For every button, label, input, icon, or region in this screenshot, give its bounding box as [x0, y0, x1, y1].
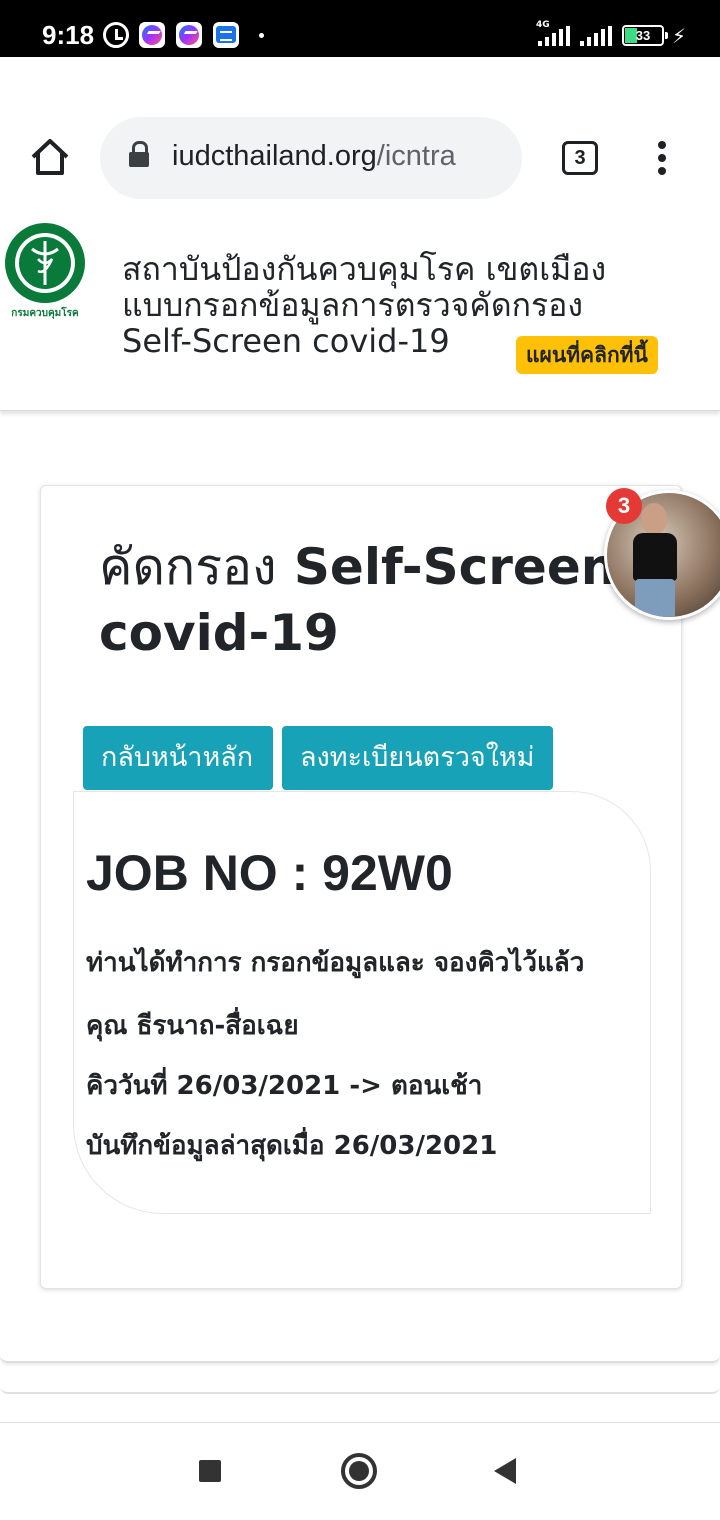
status-bar: 9:18 4G 33 ⚡ — [0, 0, 720, 57]
map-link-badge[interactable]: แผนที่คลิกที่นี้ — [516, 336, 658, 374]
back-home-button[interactable]: กลับหน้าหลัก — [83, 726, 273, 790]
more-menu-icon[interactable] — [656, 141, 668, 177]
signal-icon — [580, 26, 614, 46]
card-title-thai: คัดกรอง — [99, 538, 277, 596]
address-bar[interactable]: iudcthailand.org/icntra — [100, 117, 522, 199]
message-icon — [213, 22, 239, 48]
url-path: /icntra — [376, 140, 456, 172]
lock-icon — [129, 141, 149, 169]
battery-level: 33 — [635, 28, 651, 43]
messenger-icon — [139, 22, 165, 48]
alarm-icon — [103, 22, 129, 48]
patient-name: คุณ ธีรนาถ-สื่อเฉย — [86, 1011, 299, 1041]
site-title-line2: แบบกรอกข้อมูลการตรวจคัดกรอง — [122, 286, 584, 324]
signal-icon — [538, 26, 572, 46]
job-info-box: JOB NO : 92W0 ท่านได้ทำการ กรอกข้อมูลและ… — [73, 791, 651, 1214]
home-circle-icon[interactable] — [341, 1453, 377, 1489]
battery-icon: 33 — [622, 25, 668, 46]
more-notifications-dot — [259, 33, 264, 38]
system-nav-bar — [0, 1422, 720, 1520]
browser-toolbar: iudcthailand.org/icntra 3 — [0, 57, 720, 215]
logo-caption: กรมควบคุมโรค — [11, 306, 79, 319]
last-saved-date: บันทึกข้อมูลล่าสุดเมื่อ 26/03/2021 — [86, 1131, 498, 1161]
url-text[interactable]: iudcthailand.org/icntra — [172, 140, 456, 173]
card-title: คัดกรอง Self-Screen covid-19 — [99, 534, 639, 666]
queue-date: คิววันที่ 26/03/2021 -> ตอนเช้า — [86, 1071, 483, 1101]
site-title-line1: สถาบันป้องกันควบคุมโรค เขตเมือง — [122, 250, 607, 288]
back-icon[interactable] — [494, 1458, 516, 1484]
job-number: JOB NO : 92W0 — [86, 845, 453, 901]
charging-icon: ⚡ — [672, 24, 687, 48]
home-icon[interactable] — [28, 135, 72, 179]
new-registration-button[interactable]: ลงทะเบียนตรวจใหม่ — [282, 726, 553, 790]
url-domain: iudcthailand.org — [172, 140, 377, 172]
chat-unread-badge: 3 — [606, 488, 642, 524]
messenger-icon — [176, 22, 202, 48]
site-header: กรมควบคุมโรค สถาบันป้องกันควบคุมโรค เขตเ… — [0, 215, 720, 411]
result-card: คัดกรอง Self-Screen covid-19 กลับหน้าหลั… — [40, 485, 682, 1289]
recents-icon[interactable] — [199, 1460, 221, 1482]
status-time: 9:18 — [42, 20, 95, 50]
ministry-logo: กรมควบคุมโรค — [5, 223, 85, 319]
page-section-divider — [0, 1366, 720, 1394]
tab-switcher-button[interactable]: 3 — [562, 141, 598, 175]
booking-confirmation-text: ท่านได้ทำการ กรอกข้อมูลและ จองคิวไว้แล้ว — [86, 948, 585, 978]
